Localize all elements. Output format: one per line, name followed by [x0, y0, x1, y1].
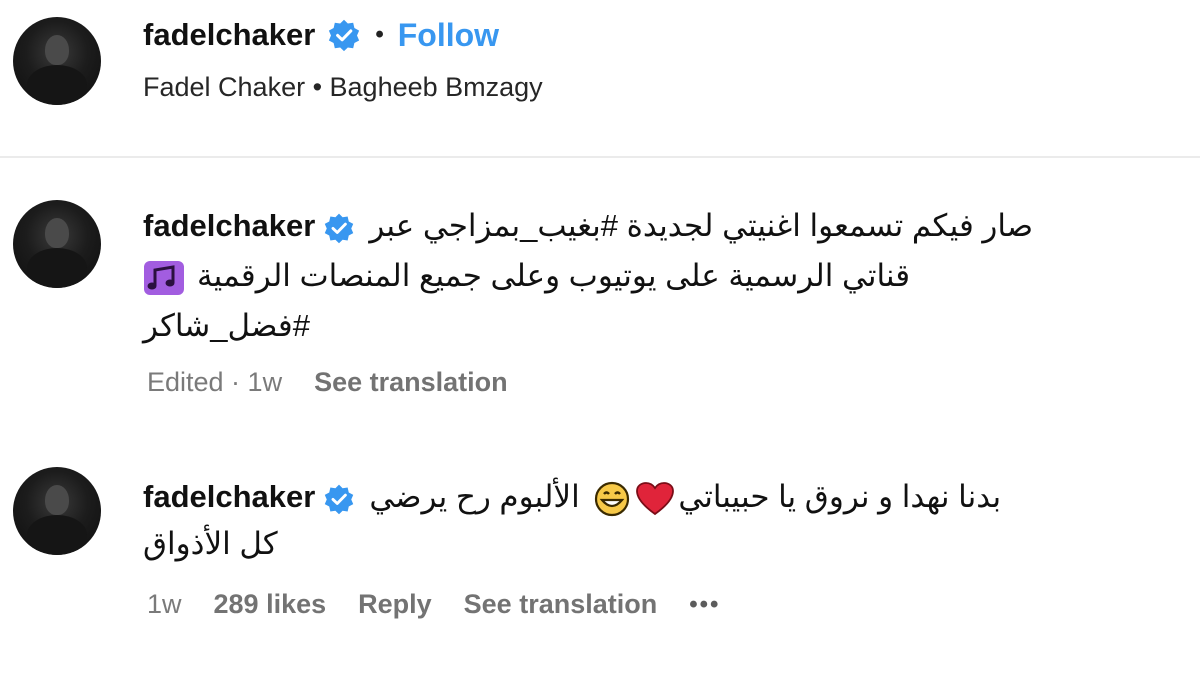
- comment-1-text-line-1: صار فيكم تسمعوا اغنيتي لجديدة #بغيب_بمزا…: [369, 208, 1034, 243]
- post-header: fadelchaker • Follow: [143, 14, 499, 56]
- comment-2-line-1: fadelchaker الألبوم رح يرضي بدنا نهدا و …: [143, 477, 1001, 517]
- comment-1-edited-time: Edited · 1w: [147, 367, 283, 397]
- follow-button[interactable]: Follow: [398, 17, 499, 54]
- verified-badge-icon: [329, 19, 360, 52]
- avatar-head-shape: [45, 485, 69, 515]
- comment-2-time: 1w: [147, 589, 182, 619]
- comment-2-text-part-1: بدنا نهدا و نروق يا حبيباتي: [678, 479, 1002, 514]
- verified-badge-icon: [325, 213, 354, 244]
- avatar-shoulders-shape: [27, 248, 87, 288]
- comment-1-username[interactable]: fadelchaker: [143, 208, 315, 243]
- heart-icon: [636, 481, 675, 515]
- comment-avatar[interactable]: [13, 467, 101, 555]
- comment-2-meta: 1w 289 likes Reply See translation •••: [147, 589, 720, 620]
- comment-2-line-2: كل الأذواق: [143, 524, 278, 564]
- comment-avatar[interactable]: [13, 200, 101, 288]
- comment-2-likes[interactable]: 289 likes: [214, 589, 327, 620]
- comment-1-line-3: #فضل_شاكر: [143, 306, 310, 346]
- grinning-face-icon: [595, 481, 630, 516]
- comment-1-text-line-2: قناتي الرسمية على يوتيوب وعلى جميع المنص…: [197, 258, 911, 293]
- reply-button[interactable]: Reply: [358, 589, 432, 620]
- comment-1-line-2: قناتي الرسمية على يوتيوب وعلى جميع المنص…: [143, 256, 910, 297]
- post-author-avatar[interactable]: [13, 17, 101, 105]
- music-notes-icon: [144, 260, 184, 295]
- post-subtitle[interactable]: Fadel Chaker • Bagheeb Bmzagy: [143, 72, 543, 103]
- header-separator-dot: •: [375, 21, 384, 48]
- avatar-shoulders-shape: [27, 515, 87, 555]
- verified-badge-icon: [325, 484, 354, 515]
- comment-1-line-1: fadelchaker صار فيكم تسمعوا اغنيتي لجديد…: [143, 206, 1033, 246]
- comment-1-hashtag[interactable]: #فضل_شاكر: [143, 308, 310, 343]
- avatar-head-shape: [45, 218, 69, 248]
- avatar-shoulders-shape: [27, 65, 87, 105]
- header-divider: [0, 156, 1200, 158]
- post-username[interactable]: fadelchaker: [143, 17, 315, 53]
- comment-2-see-translation[interactable]: See translation: [464, 589, 658, 620]
- more-options-icon[interactable]: •••: [689, 591, 720, 619]
- comment-2-username[interactable]: fadelchaker: [143, 479, 315, 514]
- comment-1-meta: Edited · 1w See translation: [147, 367, 508, 398]
- comment-2-text-part-2: الألبوم رح يرضي: [369, 479, 580, 514]
- comment-1-see-translation[interactable]: See translation: [314, 367, 508, 398]
- comment-2-text-line-2: كل الأذواق: [143, 526, 278, 561]
- avatar-head-shape: [45, 35, 69, 65]
